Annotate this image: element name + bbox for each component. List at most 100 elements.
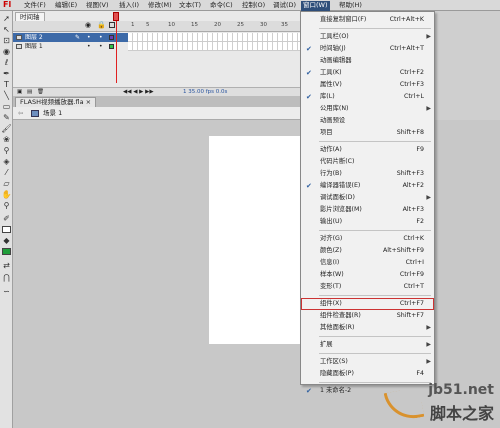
playhead-handle[interactable] [113,12,119,21]
lock-dot-icon[interactable]: • [99,42,103,51]
watermark-logo: jb51.net 脚本之家 [383,382,496,424]
window-menu-item[interactable]: 行为(B) Shift+F3 [301,168,434,180]
window-menu-item[interactable]: 属性(V) Ctrl+F3 [301,79,434,91]
submenu-arrow-icon: ▶ [426,194,431,201]
window-menu-item[interactable]: ✔ 库(L) Ctrl+L [301,91,434,103]
window-menu-item[interactable]: 对齐(G) Ctrl+K [301,233,434,245]
swap-colors-icon[interactable]: ⇄ [1,261,12,271]
lock-icon[interactable]: 🔒 [97,21,106,29]
window-menu-item[interactable]: 输出(U) F2 [301,216,434,228]
layer-row[interactable]: 图层 2 ✎ • • [13,33,128,42]
menu-file[interactable]: 文件(F) [22,1,48,11]
paint-bucket-tool-icon[interactable]: ◈ [1,157,12,167]
document-tab[interactable]: FLASH视频播放器.fla × [15,97,97,107]
window-menu-item[interactable]: 直接复制窗口(F) Ctrl+Alt+K [301,14,434,26]
window-menu-item[interactable]: ✔ 编译器错误(E) Alt+F2 [301,180,434,192]
fill-color-swatch[interactable] [2,248,11,255]
window-menu-item[interactable]: 样本(W) Ctrl+F9 [301,269,434,281]
window-menu-item[interactable]: 其他面板(R) ▶ [301,322,434,334]
menu-commands[interactable]: 命令(C) [208,1,235,11]
rectangle-tool-icon[interactable]: ▭ [1,102,12,112]
window-menu-item[interactable]: 动画编辑器 [301,55,434,67]
menu-separator [319,336,431,337]
menu-item-label: 工具(K) [320,69,342,76]
window-menu-item[interactable]: ✔ 工具(K) Ctrl+F2 [301,67,434,79]
bone-tool-icon[interactable]: ⚲ [1,146,12,156]
layer-frames[interactable] [128,42,300,51]
window-menu-item[interactable]: 组件(X) Ctrl+F7 [301,298,434,310]
menu-help[interactable]: 帮助(H) [337,1,364,11]
checkmark-icon: ✔ [306,387,312,395]
window-menu-item[interactable]: 公用库(N) ▶ [301,103,434,115]
layer-color-icon[interactable] [109,35,114,40]
pencil-tool-icon[interactable]: ✎ [1,113,12,123]
menu-modify[interactable]: 修改(M) [146,1,174,11]
menu-debug[interactable]: 调试(D) [271,1,298,11]
menu-separator [319,28,431,29]
ruler-frame-number: 20 [214,22,221,28]
window-menu-item[interactable]: 工作区(S) ▶ [301,356,434,368]
smooth-icon[interactable]: ∽ [1,287,12,297]
stage-canvas[interactable] [209,136,306,344]
pen-tool-icon[interactable]: ✒ [1,69,12,79]
hand-tool-icon[interactable]: ✋ [1,190,12,200]
menu-item-label: 影片浏览器(M) [320,206,362,213]
brush-tool-icon[interactable]: 🖌 [1,124,12,134]
window-menu-item[interactable]: 影片浏览器(M) Alt+F3 [301,204,434,216]
menu-insert[interactable]: 插入(I) [117,1,141,11]
stroke-color-swatch[interactable] [2,226,11,233]
timeline-tab[interactable]: 时间轴 [15,12,45,21]
3d-rotation-tool-icon[interactable]: ◉ [1,47,12,57]
menu-edit[interactable]: 编辑(E) [53,1,79,11]
lasso-tool-icon[interactable]: ℓ [1,58,12,68]
visibility-dot-icon[interactable]: • [87,42,91,51]
text-tool-icon[interactable]: T [1,80,12,90]
lock-dot-icon[interactable]: • [99,33,103,42]
visibility-dot-icon[interactable]: • [87,33,91,42]
eye-icon[interactable]: ◉ [85,21,91,29]
menu-window[interactable]: 窗口(W) [301,1,330,11]
free-transform-tool-icon[interactable]: ⊡ [1,36,12,46]
menu-view[interactable]: 视图(V) [84,1,111,11]
window-menu-item[interactable]: 动作(A) F9 [301,144,434,156]
fill-color-icon[interactable]: ◆ [1,236,12,246]
menu-control[interactable]: 控制(O) [240,1,267,11]
edit-bar: ⇦ 场景 1 [13,107,300,120]
snap-magnet-icon[interactable]: ⋂ [1,273,12,283]
eyedropper-tool-icon[interactable]: ⁄ [1,168,12,178]
stroke-color-icon[interactable]: ✐ [1,214,12,224]
subselection-tool-icon[interactable]: ↖ [1,25,12,35]
back-arrow-icon[interactable]: ⇦ [18,107,23,120]
selection-tool-icon[interactable]: ➚ [1,14,12,24]
layer-color-icon[interactable] [109,44,114,49]
window-menu-item[interactable]: 变形(T) Ctrl+T [301,281,434,293]
window-menu-item[interactable]: 工具栏(O) ▶ [301,31,434,43]
layer-frames[interactable] [128,33,300,42]
playhead-line [116,21,117,83]
outline-icon[interactable] [109,22,115,28]
line-tool-icon[interactable]: ╲ [1,91,12,101]
window-menu-item[interactable]: 信息(I) Ctrl+I [301,257,434,269]
zoom-tool-icon[interactable]: ⚲ [1,201,12,211]
window-menu-item[interactable]: 扩展 ▶ [301,339,434,351]
window-menu-item[interactable]: 隐藏面板(P) F4 [301,368,434,380]
checkmark-icon: ✔ [306,45,312,53]
timeline-header: ◉ 🔒 1 5 10 15 20 25 30 35 [13,21,300,32]
window-menu-item[interactable]: ✔ 时间轴(J) Ctrl+Alt+T [301,43,434,55]
window-menu-item[interactable]: 动画预设 [301,115,434,127]
deco-tool-icon[interactable]: ❀ [1,135,12,145]
window-menu-item[interactable]: 颜色(Z) Alt+Shift+F9 [301,245,434,257]
flash-logo: Fl [3,0,12,9]
menu-text[interactable]: 文本(T) [177,1,203,11]
window-menu-item[interactable]: 组件检查器(R) Shift+F7 [301,310,434,322]
layer-row[interactable]: 图层 1 • • [13,42,128,51]
ruler-frame-number: 25 [237,22,244,28]
eraser-tool-icon[interactable]: ▱ [1,179,12,189]
menu-item-shortcut: Ctrl+Alt+K [389,16,424,23]
window-menu-item[interactable]: 项目 Shift+F8 [301,127,434,139]
scene-label[interactable]: 场景 1 [43,107,62,120]
watermark-text: 脚本之家 [429,404,494,423]
window-menu-item[interactable]: 代码片断(C) [301,156,434,168]
window-menu-item[interactable]: 调试面板(D) ▶ [301,192,434,204]
swoosh-logo-icon [383,387,425,423]
